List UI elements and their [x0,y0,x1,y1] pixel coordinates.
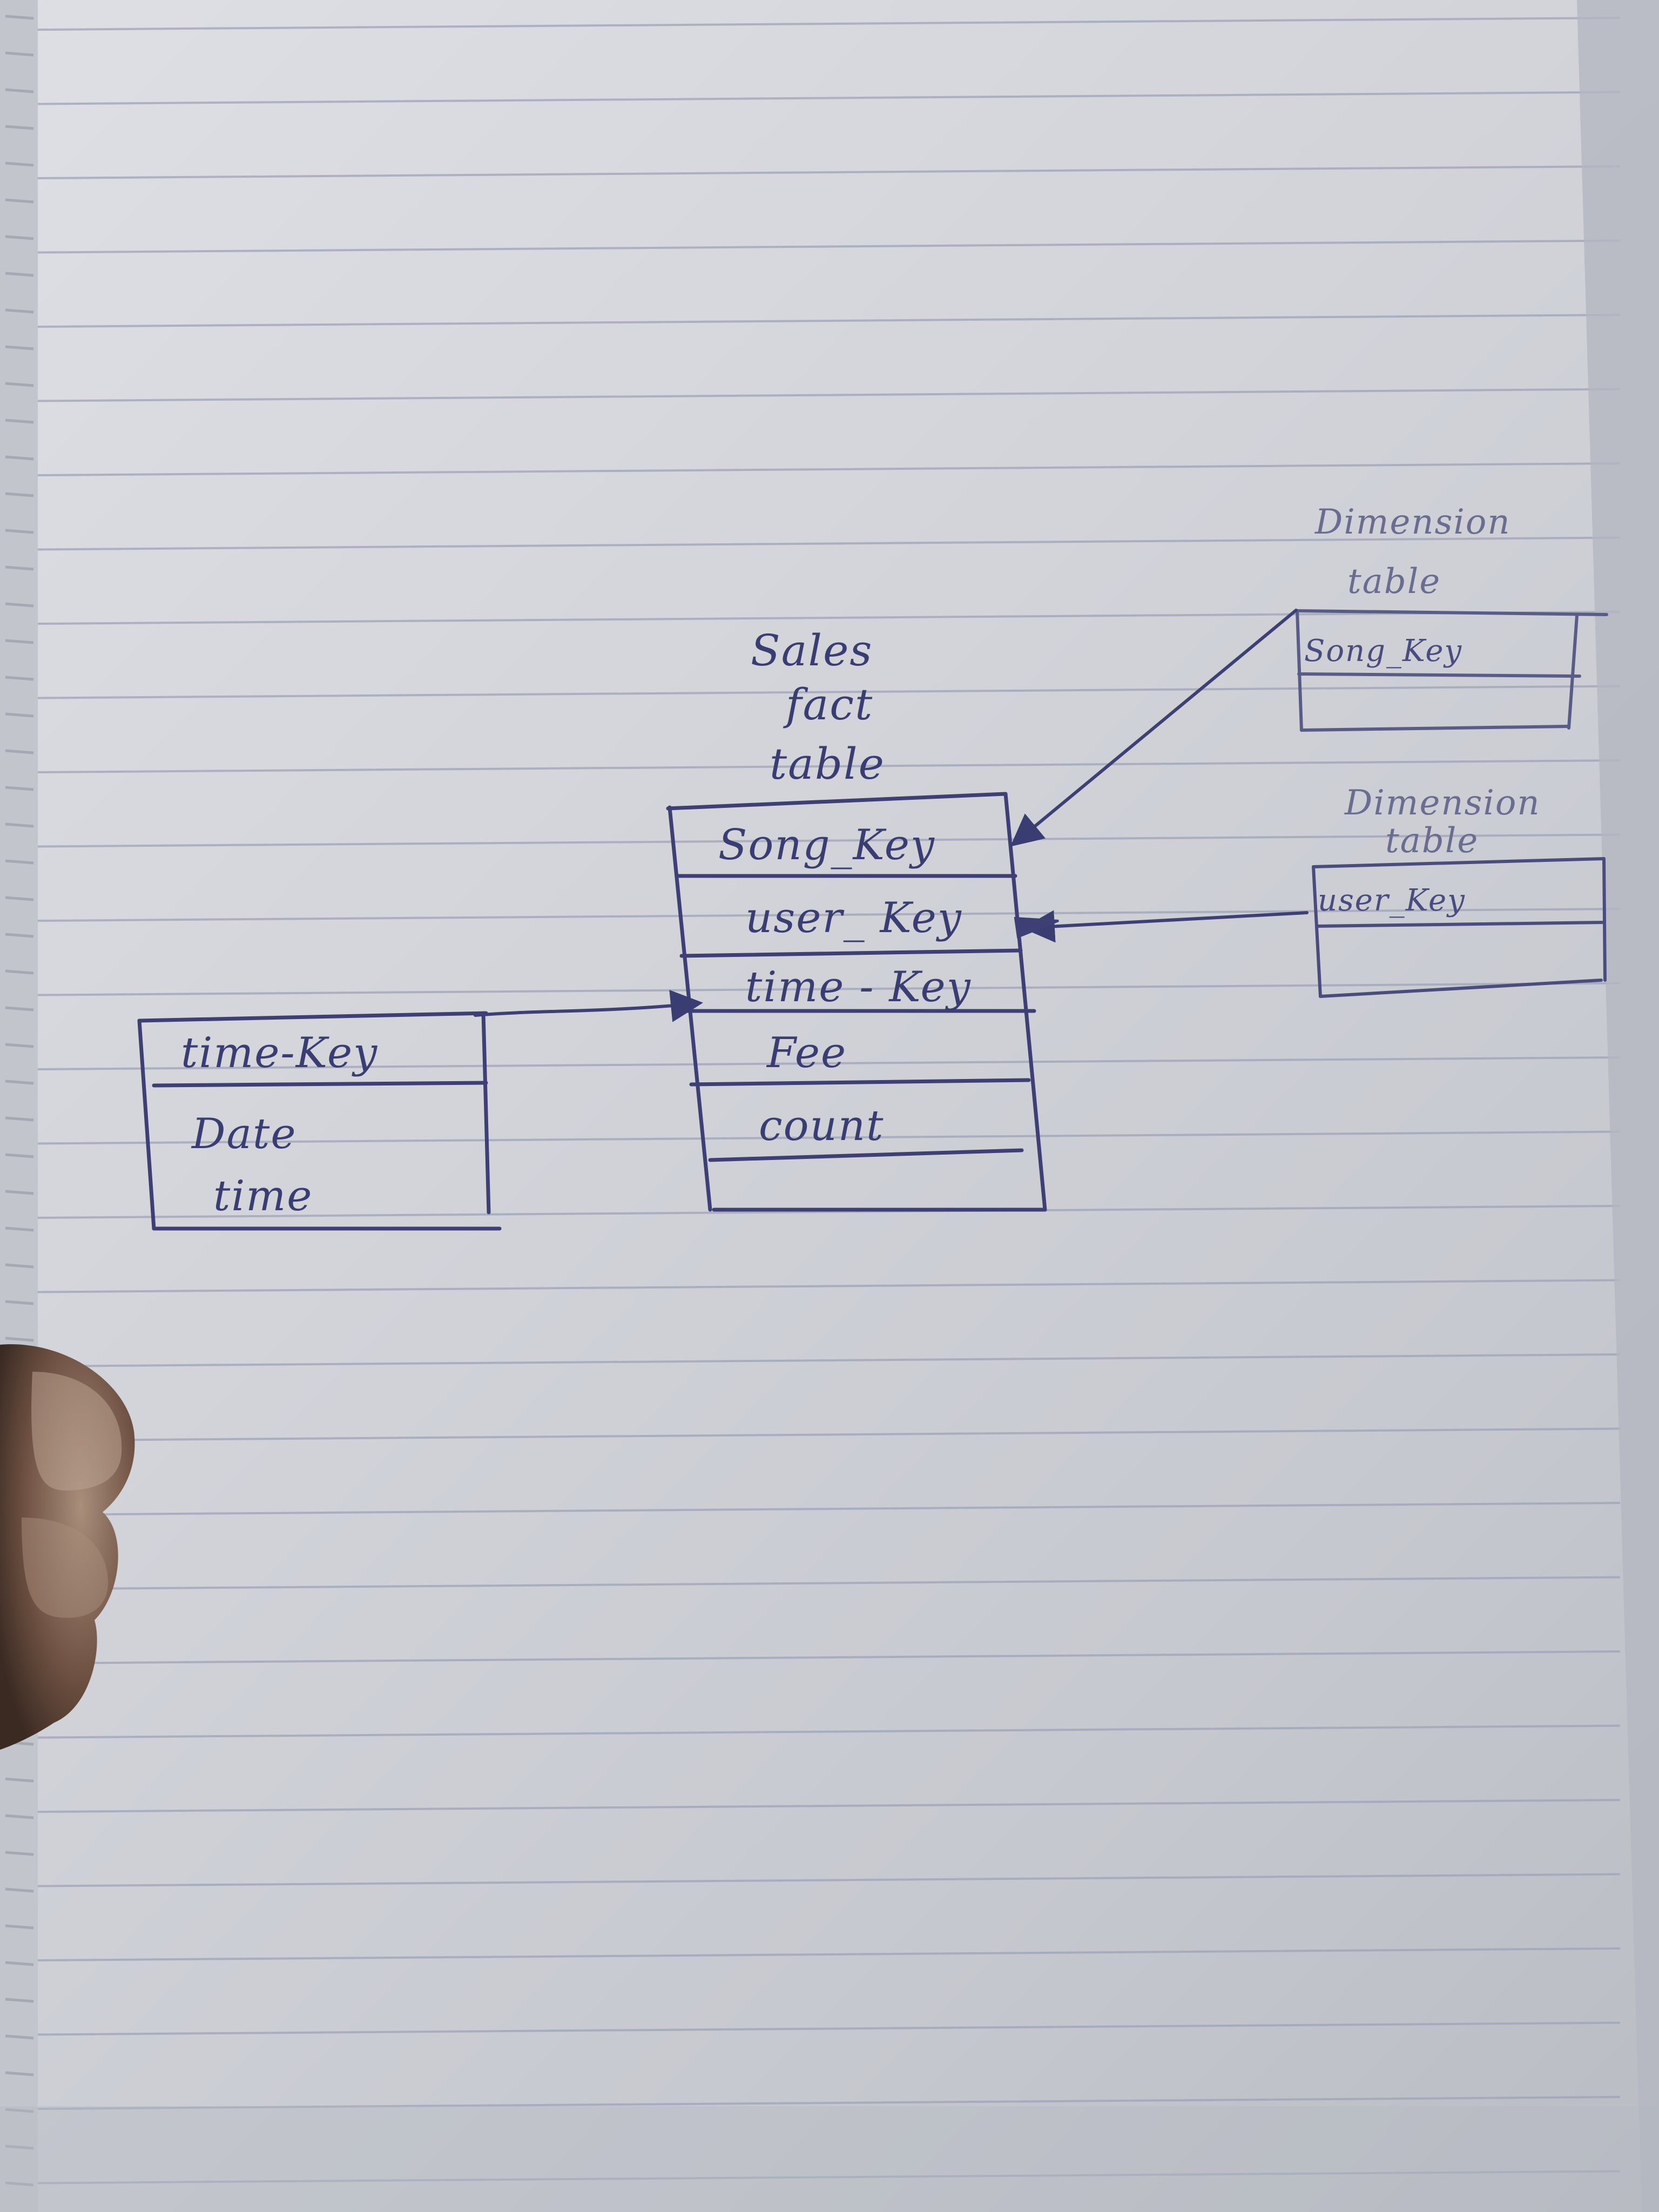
arrow-user-to-fact [1022,910,1309,943]
rule-line [37,1947,1621,1961]
fact-table-title-line-2: fact [786,679,874,730]
notebook-photo: Sales fact table Song_Key user_ Key time… [0,0,1659,2212]
rule-line [37,1576,1621,1590]
dimension-user-title-line-2: table [1385,821,1479,861]
relationship-arrows [474,609,1309,1022]
fact-field-time-key: time - Key [745,963,972,1011]
dimension-user-title-line-1: Dimension [1345,783,1541,823]
rule-line [37,611,1621,625]
fact-table-title-line-1: Sales [751,625,873,676]
rule-line [37,1353,1621,1367]
time-table-field-time: time [213,1172,313,1220]
arrow-song-to-fact [1010,609,1298,847]
dimension-user-field-user-key: user_Key [1318,883,1466,918]
rule-line [37,388,1621,402]
dimension-user-box [1312,857,1607,998]
page-edge [1577,0,1659,2212]
dimension-song-title-line-2: table [1347,562,1441,602]
rule-line [37,314,1621,328]
dimension-song-box [1296,609,1608,732]
arrow-time-to-fact [474,989,703,1022]
hand-thumb [0,1344,135,1750]
bottom-shadow [0,2106,1659,2212]
rule-line [37,1427,1621,1442]
dimension-song-title-line-1: Dimension [1315,502,1511,542]
fact-field-fee: Fee [767,1029,847,1077]
rule-line [37,165,1621,179]
rule-line [37,91,1621,105]
binding-edge [0,0,38,2212]
rule-line [37,462,1621,476]
rule-line [37,1724,1621,1739]
rule-line [37,1799,1621,1813]
time-table-field-date: Date [192,1110,297,1158]
fact-field-count: count [759,1102,885,1150]
rule-line [37,1279,1621,1293]
fact-field-song-key: Song_Key [718,821,935,869]
rule-line [37,17,1621,31]
rule-line [37,1873,1621,1887]
fact-field-user-key: user_ Key [745,894,962,942]
dimension-song-field-song-key: Song_Key [1304,633,1463,669]
fact-table-title-line-3: table [770,739,885,789]
rule-line [37,239,1621,254]
rule-line [37,2021,1621,2036]
time-table-field-time-key: time-Key [181,1029,379,1077]
rule-line [37,1650,1621,1664]
rule-line [37,1502,1621,1516]
